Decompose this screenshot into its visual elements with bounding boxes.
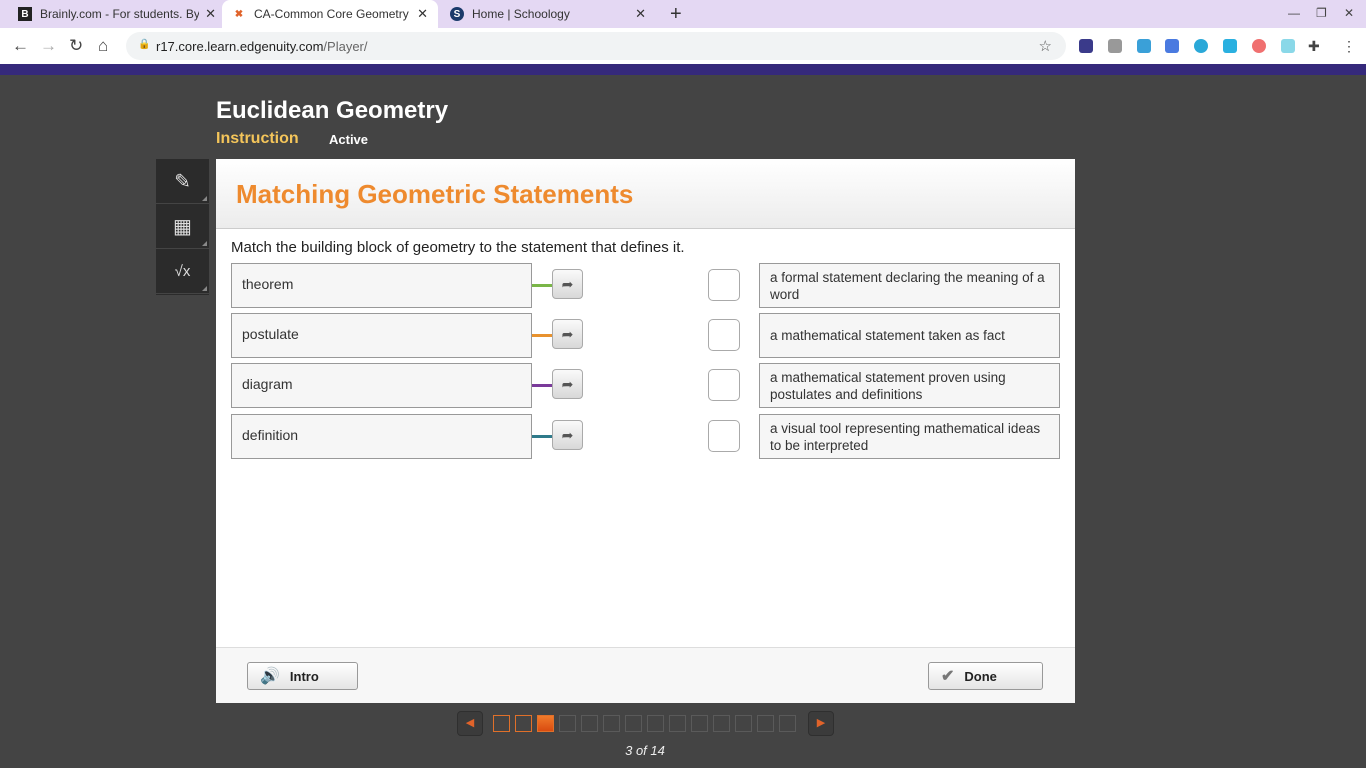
- minimize-icon[interactable]: —: [1288, 6, 1300, 20]
- tab-brainly[interactable]: B Brainly.com - For students. By st ✕: [8, 0, 226, 28]
- page-indicator-14[interactable]: [779, 715, 796, 732]
- term-box[interactable]: diagram: [231, 363, 532, 408]
- page-indicator-3[interactable]: [537, 715, 554, 732]
- page-indicator-4[interactable]: [559, 715, 576, 732]
- term-box[interactable]: theorem: [231, 263, 532, 308]
- drag-arrow-button[interactable]: ➦: [552, 369, 583, 399]
- connector-line: [532, 334, 552, 337]
- extension-icon[interactable]: [1137, 39, 1151, 53]
- checkmark-icon: ✔: [941, 668, 955, 685]
- lock-icon: 🔒: [138, 39, 151, 50]
- drag-arrow-button[interactable]: ➦: [552, 319, 583, 349]
- match-target-box[interactable]: [708, 319, 740, 351]
- done-button[interactable]: ✔ Done: [928, 662, 1043, 690]
- match-target-box[interactable]: [708, 420, 740, 452]
- address-bar-row: ← → ↻ ⌂ 🔒 r17.core.learn.edgenuity.com/P…: [0, 28, 1366, 64]
- home-icon[interactable]: ⌂: [98, 36, 108, 56]
- next-page-button[interactable]: ▶: [808, 711, 834, 736]
- close-icon[interactable]: ✕: [205, 6, 216, 22]
- edgenuity-icon: ✖: [234, 8, 244, 20]
- extension-icon[interactable]: [1223, 39, 1237, 53]
- definition-box: a visual tool representing mathematical …: [759, 414, 1060, 459]
- tab-edgenuity[interactable]: ✖ CA-Common Core Geometry A-C ✕: [222, 0, 438, 28]
- translate-extension-icon[interactable]: [1165, 39, 1179, 53]
- extension-icon[interactable]: [1281, 39, 1295, 53]
- tab-bar: B Brainly.com - For students. By st ✕ ✖ …: [0, 0, 1366, 28]
- arrow-icon: ➦: [561, 326, 574, 342]
- menu-icon[interactable]: ⋮: [1342, 38, 1356, 55]
- match-target-box[interactable]: [708, 269, 740, 301]
- arrow-icon: ➦: [561, 276, 574, 292]
- speaker-icon: 🔊: [260, 668, 280, 685]
- activity-card: Matching Geometric Statements Match the …: [216, 159, 1075, 703]
- page-indicator-5[interactable]: [581, 715, 598, 732]
- page-indicator-6[interactable]: [603, 715, 620, 732]
- drag-arrow-button[interactable]: ➦: [552, 269, 583, 299]
- reload-icon[interactable]: ↻: [69, 36, 83, 56]
- back-icon[interactable]: ←: [12, 36, 29, 56]
- connector-line: [532, 384, 552, 387]
- match-target-box[interactable]: [708, 369, 740, 401]
- extension-icon[interactable]: [1108, 39, 1122, 53]
- status-label: Active: [329, 132, 369, 147]
- tab-schoology[interactable]: S Home | Schoology ✕: [440, 0, 656, 28]
- activity-header: Matching Geometric Statements: [216, 159, 1075, 229]
- drag-arrow-button[interactable]: ➦: [552, 420, 583, 450]
- restore-icon[interactable]: ❐: [1316, 6, 1327, 20]
- url-input[interactable]: 🔒 r17.core.learn.edgenuity.com/Player/ ☆: [126, 32, 1066, 60]
- extension-icon[interactable]: [1079, 39, 1093, 53]
- term-box[interactable]: postulate: [231, 313, 532, 358]
- tool-panel: ✎ ▦ √x: [156, 159, 209, 295]
- page-indicator-8[interactable]: [647, 715, 664, 732]
- new-tab-button[interactable]: +: [660, 0, 692, 28]
- page-counter: 3 of 14: [625, 743, 665, 758]
- definition-box: a mathematical statement taken as fact: [759, 313, 1060, 358]
- connector-line: [532, 435, 552, 438]
- close-window-icon[interactable]: ✕: [1344, 6, 1354, 20]
- extension-icon[interactable]: [1252, 39, 1266, 53]
- forward-icon[interactable]: →: [40, 36, 57, 56]
- arrow-icon: ➦: [561, 427, 574, 443]
- schoology-icon: S: [450, 7, 464, 21]
- connector-line: [532, 284, 552, 287]
- calculator-icon[interactable]: ▦: [156, 204, 209, 249]
- activity-title: Matching Geometric Statements: [236, 179, 634, 209]
- site-header-strip: [0, 64, 1366, 75]
- page-indicator-13[interactable]: [757, 715, 774, 732]
- page-indicator-12[interactable]: [735, 715, 752, 732]
- prev-page-button[interactable]: ◀: [457, 711, 483, 736]
- close-icon[interactable]: ✕: [417, 6, 428, 22]
- bookmark-star-icon[interactable]: ☆: [1039, 37, 1052, 55]
- page-indicator-2[interactable]: [515, 715, 532, 732]
- section-label: Instruction: [216, 130, 299, 147]
- activity-prompt: Match the building block of geometry to …: [231, 239, 685, 256]
- extensions-puzzle-icon[interactable]: ✚: [1308, 38, 1320, 55]
- term-box[interactable]: definition: [231, 414, 532, 459]
- extension-icon[interactable]: [1194, 39, 1208, 53]
- course-title: Euclidean Geometry: [216, 97, 449, 124]
- intro-button[interactable]: 🔊 Intro: [247, 662, 358, 690]
- pencil-icon[interactable]: ✎: [156, 159, 209, 204]
- page-indicator-9[interactable]: [669, 715, 686, 732]
- definition-box: a mathematical statement proven using po…: [759, 363, 1060, 408]
- page-indicator-10[interactable]: [691, 715, 708, 732]
- page-indicator-1[interactable]: [493, 715, 510, 732]
- page-indicator-7[interactable]: [625, 715, 642, 732]
- formula-icon[interactable]: √x: [156, 249, 209, 294]
- page-indicator-11[interactable]: [713, 715, 730, 732]
- activity-footer: 🔊 Intro ✔ Done: [216, 647, 1075, 703]
- definition-box: a formal statement declaring the meaning…: [759, 263, 1060, 308]
- arrow-icon: ➦: [561, 376, 574, 392]
- close-icon[interactable]: ✕: [635, 6, 646, 22]
- brainly-icon: B: [18, 7, 32, 21]
